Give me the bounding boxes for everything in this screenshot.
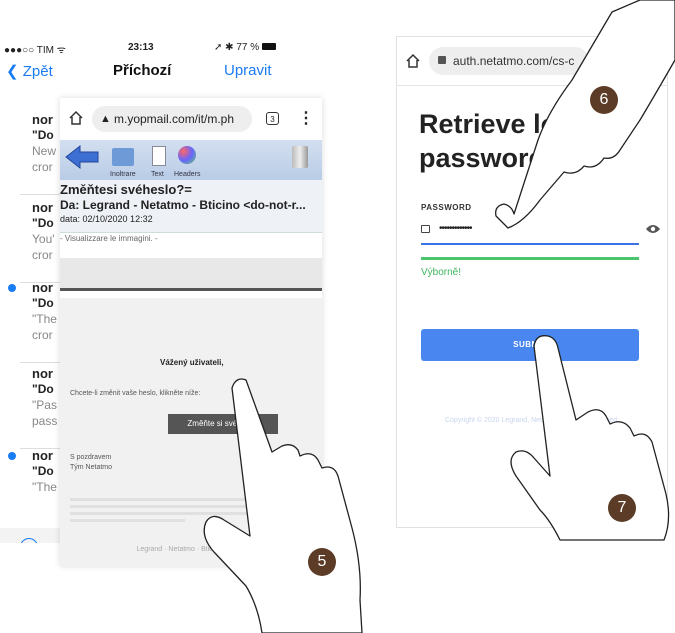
hand-illustrations (203, 0, 675, 633)
hand-6 (495, 0, 675, 229)
hand-7 (510, 335, 670, 541)
hand-5 (203, 378, 363, 633)
step-badge-7: 7 (608, 494, 636, 522)
step-badge-5: 5 (308, 548, 336, 576)
step-badge-6: 6 (590, 86, 618, 114)
